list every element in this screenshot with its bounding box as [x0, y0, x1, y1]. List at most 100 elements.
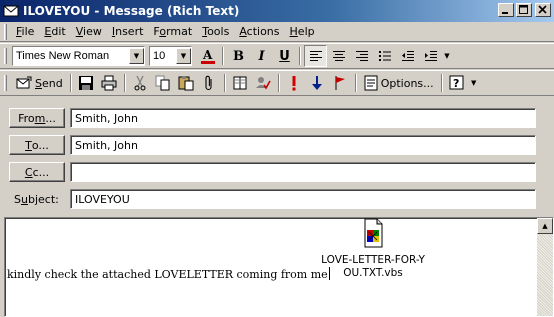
printer-icon — [101, 75, 117, 91]
toolbar-separator — [222, 47, 224, 65]
from-button[interactable]: Fro m... — [9, 108, 65, 128]
scissors-icon — [134, 75, 146, 91]
toolbar-separator — [69, 74, 72, 92]
toolbar-grip[interactable] — [4, 48, 7, 64]
attachment[interactable]: LOVE-LETTER-FOR-Y OU.TXT.vbs — [313, 218, 433, 280]
cc-field[interactable] — [70, 162, 536, 182]
align-right-button[interactable] — [350, 45, 373, 67]
options-icon — [364, 75, 378, 91]
toolbar-options-icon[interactable]: ▼ — [469, 72, 479, 94]
send-button[interactable]: Send — [12, 72, 67, 94]
paste-icon — [178, 76, 194, 91]
send-icon — [16, 76, 32, 89]
save-button[interactable] — [75, 72, 98, 94]
align-center-button[interactable] — [327, 45, 350, 67]
to-button[interactable]: To... — [9, 135, 65, 155]
toolbar-separator — [123, 74, 126, 92]
decrease-indent-button[interactable] — [396, 45, 419, 67]
menu-actions[interactable]: Actions — [235, 25, 285, 38]
toolbar-separator — [277, 74, 280, 92]
toolbar-separator — [354, 74, 357, 92]
menu-file[interactable]: File — [12, 25, 40, 38]
menu-edit[interactable]: Edit — [40, 25, 71, 38]
vertical-scrollbar[interactable]: ▲ — [537, 218, 553, 316]
chevron-down-icon[interactable]: ▼ — [129, 48, 144, 64]
address-book-icon — [233, 76, 247, 90]
importance-low-button[interactable] — [306, 72, 329, 94]
increase-indent-icon — [424, 51, 437, 61]
toolbar-separator — [299, 47, 301, 65]
copy-button[interactable] — [152, 72, 175, 94]
window-title: ILOVEYOU - Message (Rich Text) — [23, 4, 240, 18]
check-names-icon — [256, 77, 271, 90]
vbs-script-file-icon — [360, 218, 386, 248]
help-button[interactable]: ? — [446, 72, 469, 94]
font-name-select[interactable]: Times New Roman ▼ — [12, 46, 145, 66]
body-text[interactable]: kindly check the attached LOVELETTER com… — [7, 267, 330, 281]
paperclip-icon — [205, 75, 212, 91]
down-arrow-icon — [312, 76, 323, 90]
copy-icon — [155, 75, 170, 91]
text-caret — [328, 267, 330, 280]
options-button[interactable]: Options... — [360, 72, 438, 94]
align-left-button[interactable] — [304, 45, 327, 67]
menu-bar: File Edit View Insert Format Tools Actio… — [0, 22, 554, 42]
menu-grip[interactable] — [4, 23, 7, 40]
align-right-icon — [355, 51, 368, 61]
title-bar[interactable]: ILOVEYOU - Message (Rich Text) — [0, 0, 554, 22]
font-color-button[interactable]: A — [196, 45, 219, 67]
from-row: Fro m... Smith, John — [0, 108, 554, 132]
menu-view[interactable]: View — [72, 25, 108, 38]
exclamation-icon — [292, 76, 296, 91]
svg-text:A: A — [202, 48, 213, 62]
paste-button[interactable] — [175, 72, 198, 94]
bold-button[interactable]: B — [227, 45, 250, 67]
cc-button[interactable]: Cc... — [9, 162, 65, 182]
cc-row: Cc... — [0, 162, 554, 186]
save-icon — [79, 76, 94, 90]
align-left-icon — [309, 51, 322, 61]
svg-text:?: ? — [453, 77, 459, 90]
send-label: Send — [35, 76, 63, 90]
bullets-icon — [378, 51, 391, 61]
flag-icon — [335, 76, 346, 90]
options-label: Options... — [380, 76, 434, 90]
address-book-button[interactable] — [229, 72, 252, 94]
menu-format[interactable]: Format — [149, 25, 198, 38]
check-names-button[interactable] — [252, 72, 275, 94]
underline-button[interactable]: U — [273, 45, 296, 67]
print-button[interactable] — [98, 72, 121, 94]
font-size-select[interactable]: 10 ▼ — [149, 46, 192, 66]
attachment-name: LOVE-LETTER-FOR-Y OU.TXT.vbs — [321, 254, 425, 279]
maximize-button[interactable] — [516, 3, 532, 17]
standard-toolbar: Send Options... ? ▼ — [0, 70, 554, 96]
chevron-down-icon[interactable]: ▼ — [176, 48, 191, 64]
menu-tools[interactable]: Tools — [198, 25, 235, 38]
font-name-value: Times New Roman — [16, 50, 110, 62]
toolbar-grip[interactable] — [4, 75, 7, 91]
menu-help[interactable]: Help — [286, 25, 321, 38]
align-center-icon — [332, 51, 345, 61]
toolbar-options-icon[interactable]: ▼ — [442, 45, 452, 67]
close-button[interactable] — [535, 3, 551, 17]
cut-button[interactable] — [129, 72, 152, 94]
to-row: To... Smith, John — [0, 135, 554, 159]
message-header: Fro m... Smith, John To... Smith, John Cc… — [0, 97, 554, 215]
attach-file-button[interactable] — [198, 72, 221, 94]
from-field[interactable]: Smith, John — [70, 108, 536, 128]
subject-field[interactable]: ILOVEYOU — [70, 189, 536, 209]
font-color-icon: A — [200, 48, 215, 64]
menu-insert[interactable]: Insert — [108, 25, 150, 38]
increase-indent-button[interactable] — [419, 45, 442, 67]
minimize-button[interactable] — [498, 3, 514, 17]
importance-high-button[interactable] — [283, 72, 306, 94]
scroll-up-arrow-icon[interactable]: ▲ — [537, 218, 553, 234]
to-field[interactable]: Smith, John — [70, 135, 536, 155]
bullets-button[interactable] — [373, 45, 396, 67]
italic-button[interactable]: I — [250, 45, 273, 67]
message-body[interactable]: LOVE-LETTER-FOR-Y OU.TXT.vbs kindly chec… — [4, 217, 554, 317]
subject-label: Subject: — [14, 193, 59, 206]
message-envelope-icon — [3, 3, 19, 19]
help-icon: ? — [449, 75, 464, 90]
flag-button[interactable] — [329, 72, 352, 94]
